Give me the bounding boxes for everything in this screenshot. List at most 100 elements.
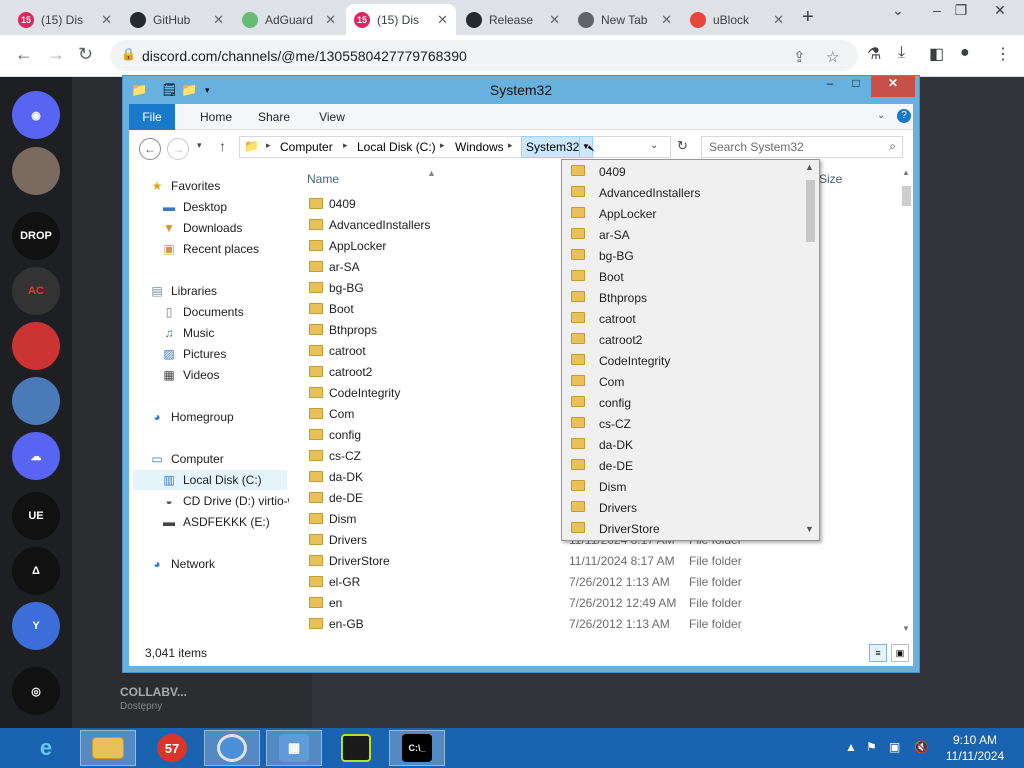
maximize-icon[interactable]: □ [843, 76, 869, 97]
server-icon[interactable]: Δ [12, 547, 60, 595]
breadcrumb-computer[interactable]: Computer [280, 140, 333, 154]
dropdown-folder-item[interactable]: Dism [562, 476, 802, 497]
browser-tab[interactable]: 15 (15) Dis ✕ [10, 4, 120, 35]
browser-tab[interactable]: AdGuard ✕ [234, 4, 344, 35]
download-icon[interactable]: ⤓ [898, 44, 905, 62]
forward-icon[interactable]: → [47, 44, 65, 65]
dropdown-folder-item[interactable]: da-DK [562, 434, 802, 455]
server-icon[interactable] [12, 377, 60, 425]
back-icon[interactable]: ← [139, 138, 161, 160]
back-icon[interactable]: ← [15, 44, 33, 65]
breadcrumb-separator-icon[interactable]: ▸ [266, 140, 271, 151]
nav-desktop[interactable]: ▬ Desktop [161, 197, 227, 217]
help-icon[interactable]: ? [897, 109, 911, 123]
server-icon[interactable] [12, 322, 60, 370]
dropdown-folder-item[interactable]: catroot2 [562, 329, 802, 350]
browser-tab[interactable]: Release ✕ [458, 4, 568, 35]
dropdown-folder-item[interactable]: de-DE [562, 455, 802, 476]
nav-libraries[interactable]: ▤ Libraries [149, 281, 217, 301]
close-tab-icon[interactable]: ✕ [325, 12, 336, 28]
menu-kebab-icon[interactable]: ⋮ [995, 44, 1011, 64]
breadcrumb-separator-icon[interactable]: ▸ [440, 140, 445, 151]
dropdown-folder-item[interactable]: Com [562, 371, 802, 392]
notepad-icon[interactable] [328, 730, 384, 766]
tab-home[interactable]: Home [191, 104, 241, 130]
recent-locations-icon[interactable]: ▾ [197, 140, 202, 151]
file-explorer-icon[interactable] [80, 730, 136, 766]
tab-search-icon[interactable]: ⌄ [883, 2, 913, 19]
nav-recent-places[interactable]: ▣ Recent places [161, 239, 259, 259]
address-history-dropdown-icon[interactable]: ⌄ [650, 140, 658, 151]
scroll-down-icon[interactable]: ▼ [902, 624, 910, 633]
side-panel-icon[interactable]: ◧ [929, 44, 944, 64]
close-tab-icon[interactable]: ✕ [661, 12, 672, 28]
dropdown-folder-item[interactable]: ar-SA [562, 224, 802, 245]
profile-icon[interactable]: ● [960, 44, 970, 62]
column-header-name[interactable]: Name [307, 172, 339, 186]
address-bar[interactable]: 🔒 discord.com/channels/@me/1305580427779… [110, 40, 858, 71]
dropdown-folder-item[interactable]: AdvancedInstallers [562, 182, 802, 203]
server-icon[interactable]: DROP [12, 212, 60, 260]
scrollbar-thumb[interactable] [806, 180, 815, 242]
scroll-down-icon[interactable]: ▼ [805, 524, 814, 534]
up-icon[interactable]: ↑ [219, 138, 226, 154]
dropdown-folder-item[interactable]: CodeIntegrity [562, 350, 802, 371]
tab-view[interactable]: View [307, 104, 357, 130]
nav-cd-drive[interactable]: ◒ CD Drive (D:) virtio-w [161, 491, 289, 511]
breadcrumb-separator-icon[interactable]: ▸ [343, 140, 348, 151]
dropdown-folder-item[interactable]: 0409 [562, 161, 802, 182]
nav-pictures[interactable]: ▨ Pictures [161, 344, 226, 364]
control-panel-icon[interactable]: ▦ [266, 730, 322, 766]
nav-favorites[interactable]: ★ Favorites [149, 176, 221, 196]
discord-home-icon[interactable]: ◉ [12, 91, 60, 139]
share-icon[interactable]: ⇪ [793, 48, 806, 66]
bookmark-star-icon[interactable]: ☆ [826, 48, 839, 66]
scroll-up-icon[interactable]: ▲ [902, 168, 910, 177]
command-prompt-icon[interactable]: C:\_ [389, 730, 445, 766]
new-tab-button[interactable]: + [802, 6, 814, 29]
browser-tab[interactable]: 15 (15) Dis ✕ [346, 4, 456, 35]
notification-badge-app-icon[interactable]: 57 [144, 730, 200, 766]
breadcrumb-system32[interactable]: System32 [521, 136, 585, 158]
close-tab-icon[interactable]: ✕ [101, 12, 112, 28]
column-header-size[interactable]: Size [819, 172, 842, 186]
dropdown-folder-item[interactable]: AppLocker [562, 203, 802, 224]
dropdown-folder-item[interactable]: Boot [562, 266, 802, 287]
tab-file[interactable]: File [129, 104, 175, 130]
dropdown-scrollbar[interactable]: ▲ ▼ [802, 160, 819, 540]
scrollbar-thumb[interactable] [902, 186, 911, 206]
forward-icon[interactable]: → [167, 138, 189, 160]
refresh-icon[interactable]: ↻ [677, 138, 688, 154]
volume-muted-icon[interactable]: 🔇 [914, 740, 929, 754]
file-row[interactable]: en-GB 7/26/2012 1:13 AM File folder [299, 614, 899, 635]
show-hidden-icons-icon[interactable]: ▲ [845, 740, 857, 754]
file-row[interactable]: en 7/26/2012 12:49 AM File folder [299, 593, 899, 614]
breadcrumb-windows[interactable]: Windows [455, 140, 504, 154]
nav-homegroup[interactable]: ◕ Homegroup [149, 407, 233, 427]
action-center-flag-icon[interactable]: ⚑ [866, 740, 877, 754]
dropdown-folder-item[interactable]: bg-BG [562, 245, 802, 266]
dropdown-folder-item[interactable]: config [562, 392, 802, 413]
server-icon[interactable]: ☁ [12, 432, 60, 480]
breadcrumb-separator-icon[interactable]: ▸ [508, 140, 513, 151]
close-icon[interactable]: ✕ [871, 76, 915, 97]
scroll-up-icon[interactable]: ▲ [805, 162, 814, 172]
close-tab-icon[interactable]: ✕ [437, 12, 448, 28]
search-input[interactable]: Search System32 ⌕ [701, 136, 903, 158]
nav-documents[interactable]: ▯ Documents [161, 302, 244, 322]
dropdown-folder-item[interactable]: Bthprops [562, 287, 802, 308]
network-status-icon[interactable]: ▣ [889, 740, 900, 754]
server-icon[interactable] [12, 147, 60, 195]
address-bar[interactable]: 📁 ▸ Computer ▸ Local Disk (C:) ▸ Windows… [239, 136, 671, 158]
nav-computer[interactable]: ▭ Computer [149, 449, 223, 469]
extensions-icon[interactable]: ⚗ [867, 44, 881, 64]
restore-icon[interactable]: ❐ [946, 2, 976, 19]
browser-tab[interactable]: GitHub ✕ [122, 4, 232, 35]
large-icons-view-icon[interactable]: ▣ [891, 644, 909, 662]
close-tab-icon[interactable]: ✕ [213, 12, 224, 28]
nav-music[interactable]: ♫ Music [161, 323, 215, 343]
file-row[interactable]: DriverStore 11/11/2024 8:17 AM File folder [299, 551, 899, 572]
server-icon[interactable]: AC [12, 267, 60, 315]
nav-removable-drive[interactable]: ▬ ASDFEKKK (E:) [161, 512, 270, 532]
browser-tab[interactable]: New Tab ✕ [570, 4, 680, 35]
